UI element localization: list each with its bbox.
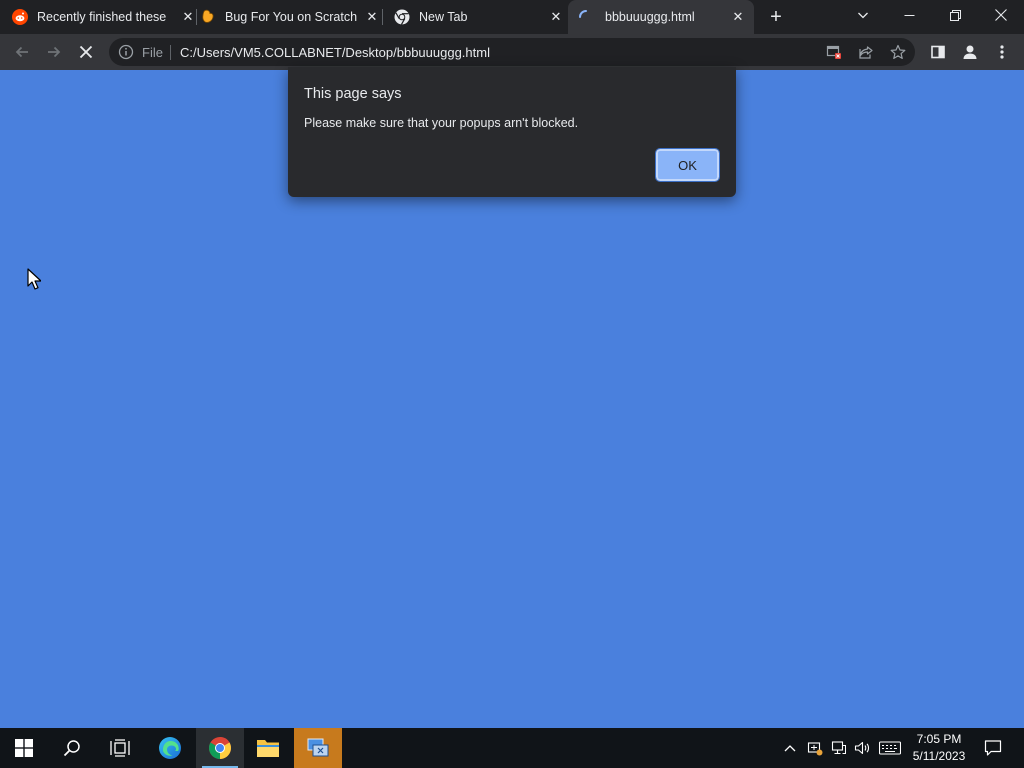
remote-desktop-icon — [307, 738, 329, 757]
edge-icon — [159, 737, 181, 759]
back-button[interactable] — [9, 39, 35, 65]
popup-blocked-icon[interactable] — [825, 43, 843, 61]
taskbar-chrome[interactable] — [196, 728, 244, 768]
task-view-button[interactable] — [96, 728, 144, 768]
keyboard-icon — [879, 741, 901, 755]
tab-separator — [382, 9, 383, 25]
side-panel-button[interactable] — [925, 39, 951, 65]
bookmark-star-icon[interactable] — [889, 43, 907, 61]
taskbar-clock[interactable]: 7:05 PM 5/11/2023 — [906, 731, 972, 765]
share-icon[interactable] — [857, 43, 875, 61]
omnibox-divider — [170, 45, 171, 60]
task-view-icon — [110, 739, 130, 757]
new-tab-button[interactable]: + — [765, 6, 787, 28]
chevron-down-icon — [858, 12, 868, 19]
tab-title: Recently finished these — [37, 10, 167, 24]
stop-loading-icon — [79, 45, 93, 59]
tab-separator — [196, 9, 197, 25]
dialog-message: Please make sure that your popups arn't … — [304, 116, 579, 130]
search-button[interactable] — [48, 728, 96, 768]
arrow-left-icon — [15, 46, 28, 58]
reddit-icon — [12, 9, 28, 25]
scratch-icon — [200, 9, 216, 25]
minimize-icon — [904, 14, 914, 16]
url-text[interactable]: C:/Users/VM5.COLLABNET/Desktop/bbbuuuggg… — [180, 45, 490, 60]
tab-bbbuuuggg[interactable]: bbbuuuggg.html ✕ — [568, 0, 754, 34]
kebab-menu-icon — [1000, 45, 1004, 59]
chrome-icon — [209, 737, 231, 759]
tab-title: bbbuuuggg.html — [605, 10, 695, 24]
search-icon — [63, 740, 80, 757]
tray-security[interactable] — [805, 728, 825, 768]
dialog-title: This page says — [304, 86, 402, 102]
taskbar-file-explorer[interactable] — [244, 728, 292, 768]
speaker-icon — [854, 741, 870, 755]
restore-icon — [949, 9, 961, 21]
stop-loading-button[interactable] — [73, 39, 99, 65]
clock-date: 5/11/2023 — [912, 749, 966, 763]
clock-time: 7:05 PM — [916, 732, 962, 746]
side-panel-icon — [931, 45, 945, 59]
notification-icon — [984, 740, 1002, 756]
tab-search-button[interactable] — [841, 0, 885, 30]
windows-taskbar: 7:05 PM 5/11/2023 — [0, 728, 1024, 768]
info-icon[interactable] — [118, 44, 134, 60]
tab-close-icon[interactable]: ✕ — [548, 9, 564, 25]
minimize-button[interactable] — [887, 0, 931, 30]
close-icon — [995, 9, 1007, 21]
loading-spinner-icon — [578, 9, 594, 25]
windows-logo-icon — [15, 739, 33, 757]
show-hidden-icons-button[interactable] — [780, 728, 800, 768]
close-window-button[interactable] — [979, 0, 1023, 30]
restore-button[interactable] — [933, 0, 977, 30]
taskbar-edge[interactable] — [146, 728, 194, 768]
tray-volume[interactable] — [852, 728, 872, 768]
tab-new-tab[interactable]: New Tab ✕ — [386, 0, 564, 34]
menu-button[interactable] — [989, 39, 1015, 65]
tab-close-icon[interactable]: ✕ — [364, 9, 380, 25]
chrome-icon — [394, 9, 410, 25]
tab-title: New Tab — [419, 10, 468, 24]
tab-strip: Recently finished these ✕ Bug For You on… — [0, 0, 1024, 34]
ok-button[interactable]: OK — [655, 148, 720, 182]
folder-icon — [257, 740, 279, 757]
arrow-right-icon — [48, 46, 61, 58]
tab-title: Bug For You on Scratch — [225, 10, 358, 24]
tab-close-icon[interactable]: ✕ — [180, 9, 196, 25]
network-warning-icon — [807, 742, 823, 756]
tab-scratch[interactable]: Bug For You on Scratch ✕ — [200, 0, 380, 34]
mouse-pointer-icon — [27, 268, 41, 290]
start-button[interactable] — [0, 728, 48, 768]
tray-network[interactable] — [829, 728, 849, 768]
forward-button[interactable] — [41, 39, 67, 65]
profile-avatar-icon — [963, 45, 977, 59]
tab-reddit[interactable]: Recently finished these ✕ — [12, 0, 196, 34]
chevron-up-icon — [784, 745, 796, 752]
taskbar-remote-app[interactable] — [294, 728, 342, 768]
action-center-button[interactable] — [978, 728, 1008, 768]
address-bar[interactable]: File C:/Users/VM5.COLLABNET/Desktop/bbbu… — [109, 38, 915, 66]
tray-keyboard[interactable] — [878, 728, 902, 768]
alert-dialog: This page says Please make sure that you… — [288, 67, 736, 197]
profile-button[interactable] — [957, 39, 983, 65]
network-icon — [831, 741, 846, 755]
url-scheme-label: File — [142, 45, 163, 60]
tab-close-icon[interactable]: ✕ — [730, 9, 746, 25]
browser-toolbar: File C:/Users/VM5.COLLABNET/Desktop/bbbu… — [0, 34, 1024, 70]
